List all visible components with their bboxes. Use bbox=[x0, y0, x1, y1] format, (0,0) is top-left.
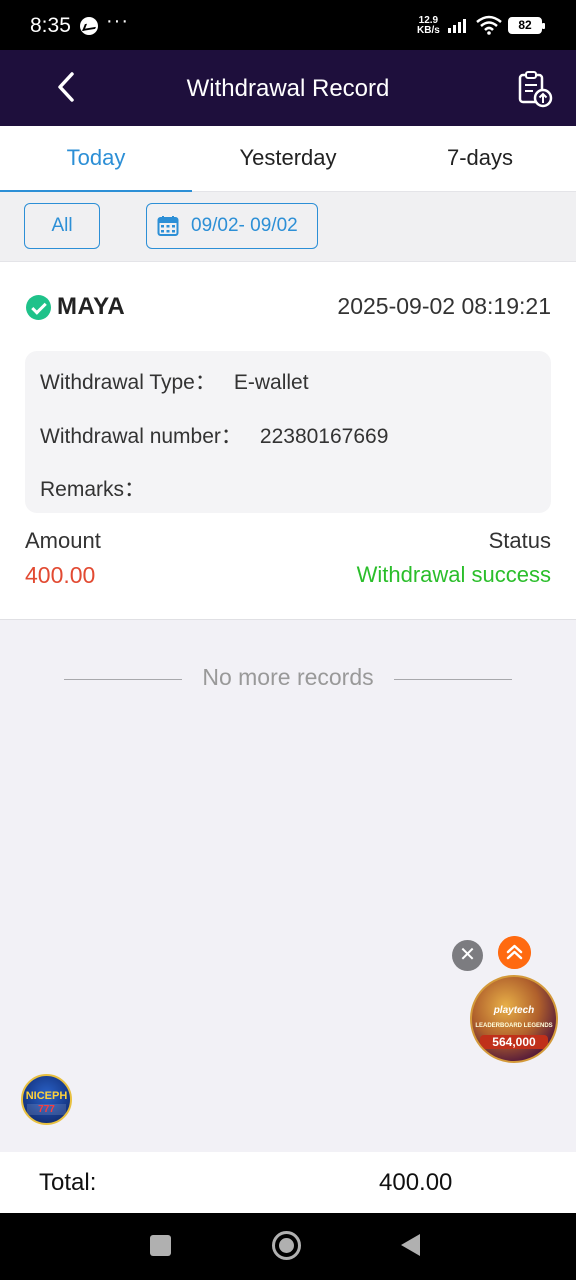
system-back-button[interactable] bbox=[401, 1234, 420, 1256]
amount-value: 400.00 bbox=[25, 562, 96, 588]
tab-today[interactable]: Today bbox=[0, 126, 192, 193]
withdrawal-type-value: E-wallet bbox=[233, 371, 309, 394]
date-range-label: 09/02- 09/02 bbox=[191, 215, 298, 236]
network-speed-unit: KB/s bbox=[417, 25, 440, 36]
recent-apps-button[interactable] bbox=[150, 1235, 171, 1256]
site-logo-sub: 777 bbox=[27, 1104, 66, 1115]
total-bar: Total: 400.00 bbox=[0, 1152, 576, 1213]
status-bar: 8:35 ··· 12.9 KB/s 82 bbox=[0, 0, 576, 50]
tab-7-days[interactable]: 7-days bbox=[384, 126, 576, 192]
list-end-text: No more records bbox=[202, 664, 374, 690]
total-label: Total: bbox=[39, 1169, 97, 1196]
withdrawal-number-row: Withdrawal number： 22380167669 bbox=[40, 420, 388, 450]
record-datetime: 2025-09-02 08:19:21 bbox=[337, 293, 551, 319]
signal-icon bbox=[448, 19, 470, 33]
site-logo-text: NICEPH bbox=[25, 1090, 68, 1102]
record-details: Withdrawal Type： E-wallet Withdrawal numb… bbox=[25, 351, 551, 513]
battery-icon: 82 bbox=[508, 17, 545, 34]
system-nav-bar bbox=[0, 1213, 576, 1280]
page-title: Withdrawal Record bbox=[186, 75, 390, 102]
promo-subtitle: LEADERBOARD LEGENDS bbox=[475, 1023, 553, 1029]
divider-right bbox=[394, 679, 512, 680]
close-promo-button[interactable]: ✕ bbox=[452, 940, 483, 971]
status-label: Status bbox=[488, 528, 551, 553]
date-range-button[interactable]: 09/02- 09/02 bbox=[146, 203, 318, 249]
filter-all-button[interactable]: All bbox=[24, 203, 100, 249]
app-header: Withdrawal Record bbox=[0, 50, 576, 126]
promo-brand: playtech bbox=[493, 1005, 535, 1016]
remarks-label: Remarks： bbox=[40, 478, 146, 501]
amount-label: Amount bbox=[25, 528, 101, 553]
status-value: Withdrawal success bbox=[356, 562, 551, 587]
calendar-icon bbox=[157, 216, 179, 236]
more-notifications-icon: ··· bbox=[106, 10, 129, 32]
promo-amount: 564,000 bbox=[480, 1035, 548, 1049]
wifi-icon bbox=[476, 15, 502, 35]
site-logo-button[interactable]: NICEPH 777 bbox=[21, 1074, 72, 1125]
remarks-row: Remarks： bbox=[40, 473, 163, 503]
scroll-to-top-button[interactable] bbox=[498, 936, 531, 969]
status-time: 8:35 bbox=[30, 14, 71, 37]
provider-name: MAYA bbox=[57, 293, 126, 320]
date-tabs: Today Yesterday 7-days bbox=[0, 126, 576, 193]
promo-banner[interactable]: playtech LEADERBOARD LEGENDS 564,000 bbox=[470, 975, 558, 1063]
messenger-icon bbox=[80, 17, 98, 35]
tab-yesterday[interactable]: Yesterday bbox=[192, 126, 384, 192]
list-end-indicator: No more records bbox=[64, 664, 512, 694]
withdrawal-type-label: Withdrawal Type： bbox=[40, 371, 216, 394]
maya-logo-icon bbox=[26, 295, 51, 320]
withdrawal-type-row: Withdrawal Type： E-wallet bbox=[40, 366, 309, 396]
filter-bar: All 09/02- 09/02 bbox=[0, 192, 576, 262]
withdrawal-number-label: Withdrawal number： bbox=[40, 425, 242, 448]
total-value: 400.00 bbox=[379, 1169, 453, 1196]
network-speed: 12.9 KB/s bbox=[417, 16, 440, 36]
home-button[interactable] bbox=[272, 1231, 301, 1260]
withdrawal-number-value: 22380167669 bbox=[259, 425, 389, 448]
withdrawal-record-card[interactable]: MAYA 2025-09-02 08:19:21 Withdrawal Type… bbox=[0, 262, 576, 620]
clipboard-upload-icon[interactable] bbox=[516, 70, 554, 108]
